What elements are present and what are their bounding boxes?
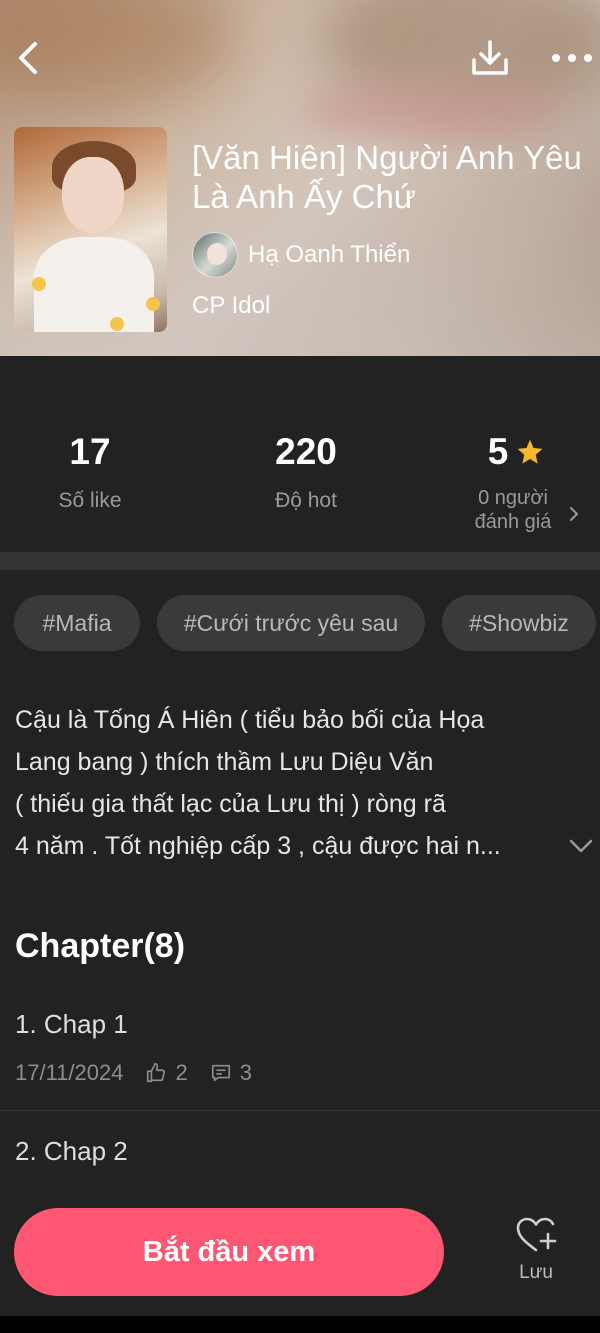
rating-count-label-2: đánh giá: [474, 511, 552, 533]
chapter-date: 17/11/2024: [15, 1060, 124, 1085]
download-icon: [472, 40, 508, 75]
author-name: Hạ Oanh Thiển: [248, 241, 411, 268]
description-line: Cậu là Tống Á Hiên ( tiểu bảo bối của Họ…: [15, 706, 485, 734]
description-line: ( thiếu gia thất lạc của Lưu thị ) ròng …: [15, 790, 446, 818]
chapter-meta: 17/11/2024 2 3: [15, 1060, 274, 1086]
chapter-item[interactable]: 1. Chap 1 17/11/2024 2 3: [0, 1003, 600, 1111]
likes-label: Số like: [58, 489, 122, 512]
back-icon: [19, 42, 37, 74]
chapter-title: 2. Chap 2: [15, 1136, 128, 1166]
save-label: Lưu: [519, 1262, 553, 1283]
chapter-comment-count: 3: [239, 1060, 252, 1085]
avatar: [192, 232, 238, 278]
bottom-action-bar: Bắt đầu xem Lưu: [0, 1188, 600, 1316]
tag-cuoi-truoc-yeu-sau[interactable]: #Cưới trước yêu sau: [157, 595, 425, 651]
hot-label: Độ hot: [275, 489, 337, 512]
story-title: [Văn Hiên] Người Anh Yêu Là Anh Ấy Chứ: [192, 139, 582, 215]
story-category[interactable]: CP Idol: [192, 292, 270, 320]
stat-rating[interactable]: 5 0 người đánh giá: [460, 430, 584, 534]
chapter-like-count: 2: [175, 1060, 188, 1085]
tag-mafia[interactable]: #Mafia: [14, 595, 140, 651]
tag-list: #Mafia #Cưới trước yêu sau #Showbiz: [0, 595, 600, 651]
start-reading-button[interactable]: Bắt đầu xem: [14, 1208, 444, 1296]
stat-likes: 17 Số like: [30, 430, 150, 514]
story-cover-image[interactable]: [14, 127, 167, 332]
thumbs-up-icon: [147, 1063, 166, 1083]
stat-hot: 220 Độ hot: [246, 430, 366, 514]
section-divider: [0, 552, 600, 570]
save-button[interactable]: Lưu: [498, 1216, 574, 1296]
description-line: Lang bang ) thích thầm Lưu Diệu Văn: [15, 748, 434, 776]
expand-description-button[interactable]: [568, 836, 594, 861]
star-icon: [517, 439, 543, 464]
comment-icon: [211, 1064, 230, 1082]
tag-showbiz[interactable]: #Showbiz: [442, 595, 596, 651]
more-icon: [552, 54, 592, 62]
chevron-right-icon: [570, 507, 578, 521]
description-line: 4 năm . Tốt nghiệp cấp 3 , cậu được hai …: [15, 832, 501, 860]
more-options-button[interactable]: [550, 36, 594, 80]
chapter-list-heading: Chapter(8): [15, 927, 186, 965]
rating-value: 5: [487, 431, 509, 472]
chapter-title: 1. Chap 1: [15, 1009, 128, 1039]
heart-add-icon: [516, 1217, 557, 1252]
back-button[interactable]: [6, 36, 50, 80]
header-banner: [Văn Hiên] Người Anh Yêu Là Anh Ấy Chứ H…: [0, 0, 600, 356]
chevron-down-icon: [569, 839, 593, 853]
author-link[interactable]: Hạ Oanh Thiển: [192, 232, 410, 278]
rating-count-label: 0 người: [478, 487, 548, 509]
download-button[interactable]: [468, 36, 512, 80]
story-description[interactable]: Cậu là Tống Á Hiên ( tiểu bảo bối của Họ…: [15, 699, 560, 867]
story-detail-screen: [Văn Hiên] Người Anh Yêu Là Anh Ấy Chứ H…: [0, 0, 600, 1316]
likes-count: 17: [69, 431, 111, 472]
system-nav-strip: [0, 1316, 600, 1333]
hot-count: 220: [275, 431, 337, 472]
stats-panel: 17 Số like 220 Độ hot 5 0 người đánh giá: [0, 356, 600, 552]
